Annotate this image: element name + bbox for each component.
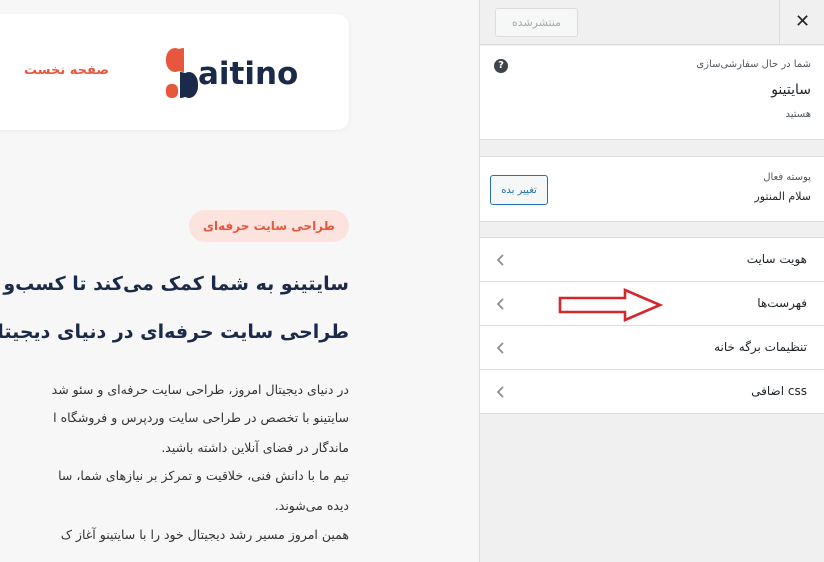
- publish-button[interactable]: منتشرشده: [495, 8, 578, 37]
- paragraph-line: همین امروز مسیر رشد دیجیتال خود را با سا…: [60, 527, 349, 542]
- site-preview: صفحه نخست aitino طراحی سایت حرفه‌ای سایت…: [0, 0, 479, 562]
- paragraph-line: دیده می‌شوند.: [274, 498, 349, 513]
- chevron-left-icon: [496, 254, 504, 266]
- menu-item-label: css اضافی: [751, 384, 807, 398]
- logo-wordmark: aitino: [198, 56, 299, 92]
- chevron-left-icon: [496, 386, 504, 398]
- menu-item-label: تنظیمات برگه خانه: [714, 340, 807, 354]
- paragraph-line: تیم ما با دانش فنی، خلاقیت و تمرکز بر نی…: [58, 468, 349, 483]
- logo-s-mark: [166, 48, 198, 98]
- menu-item-site-identity[interactable]: هویت سایت: [480, 238, 824, 282]
- paragraph-line: سایتینو با تخصص در طراحی سایت وردپرس و ف…: [53, 410, 349, 425]
- customizer-topbar: منتشرشده ✕: [480, 0, 824, 45]
- home-nav-link[interactable]: صفحه نخست: [24, 63, 109, 78]
- close-icon[interactable]: ✕: [779, 0, 824, 45]
- info-label: شما در حال سفارشی‌سازی: [696, 59, 811, 70]
- menu-item-label: فهرست‌ها: [757, 296, 807, 310]
- menu-item-homepage-settings[interactable]: تنظیمات برگه خانه: [480, 326, 824, 370]
- hero-heading-line-1: سایتینو به شما کمک می‌کند تا کسب‌و: [3, 273, 349, 295]
- paragraph-line: ماندگار در فضای آنلاین داشته باشید.: [161, 440, 349, 455]
- help-icon[interactable]: ?: [494, 59, 508, 73]
- theme-label: پوسته فعال: [763, 172, 811, 183]
- menu-item-label: هویت سایت: [746, 252, 807, 266]
- menu-item-additional-css[interactable]: css اضافی: [480, 370, 824, 414]
- customizing-info: شما در حال سفارشی‌سازی سایتینو هستید ?: [480, 46, 824, 140]
- site-title: سایتینو: [771, 82, 811, 98]
- hero-heading-line-2: طراحی سایت حرفه‌ای در دنیای دیجیتال: [0, 321, 349, 343]
- info-subtitle: هستید: [785, 109, 811, 120]
- customizer-panel: منتشرشده ✕ شما در حال سفارشی‌سازی سایتین…: [479, 0, 824, 562]
- paragraph-line: در دنیای دیجیتال امروز، طراحی سایت حرفه‌…: [51, 382, 349, 397]
- theme-name: سلام المنتور: [754, 190, 812, 203]
- customizer-menu: هویت سایت فهرست‌ها تنظیمات برگه خانه css…: [480, 237, 824, 414]
- chevron-left-icon: [496, 298, 504, 310]
- hero-badge: طراحی سایت حرفه‌ای: [189, 210, 349, 242]
- chevron-left-icon: [496, 342, 504, 354]
- active-theme-section: پوسته فعال سلام المنتور تغییر بده: [480, 156, 824, 222]
- site-header: صفحه نخست aitino: [0, 14, 349, 130]
- annotation-arrow-icon: [558, 288, 663, 322]
- change-theme-button[interactable]: تغییر بده: [490, 175, 548, 205]
